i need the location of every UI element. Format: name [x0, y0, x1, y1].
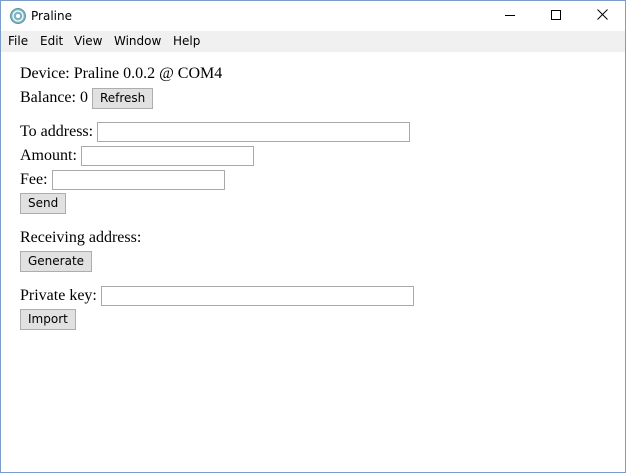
minimize-button[interactable] [487, 1, 533, 31]
menu-edit[interactable]: Edit [40, 34, 63, 49]
menu-help[interactable]: Help [173, 34, 200, 49]
menu-file[interactable]: File [8, 34, 28, 49]
close-icon [596, 7, 608, 25]
device-info: Device: Praline 0.0.2 @ COM4 [20, 65, 223, 82]
maximize-button[interactable] [533, 1, 579, 31]
receiving-address-label: Receiving address: [20, 229, 142, 246]
private-key-input[interactable] [100, 286, 414, 306]
fee-label: Fee: [20, 171, 48, 188]
generate-row: Generate [20, 251, 93, 272]
private-key-row: Private key: [20, 285, 414, 307]
to-address-input[interactable] [97, 122, 411, 142]
amount-row: Amount: [20, 145, 254, 167]
menu-view[interactable]: View [74, 34, 102, 49]
fee-row: Fee: [20, 169, 225, 191]
maximize-icon [551, 7, 561, 25]
minimize-icon [505, 7, 515, 25]
receiving-row: Receiving address: [20, 227, 141, 249]
fee-input[interactable] [51, 170, 225, 190]
amount-label: Amount: [20, 147, 77, 164]
device-row: Device: Praline 0.0.2 @ COM4 [20, 63, 222, 85]
close-button[interactable] [579, 1, 625, 31]
amount-input[interactable] [80, 146, 254, 166]
menu-bar: File Edit View Window Help [1, 31, 625, 52]
balance-label: Balance: 0 [20, 89, 88, 106]
send-button[interactable]: Send [20, 193, 67, 214]
send-row: Send [20, 193, 67, 214]
window-title: Praline [31, 9, 72, 23]
to-address-label: To address: [20, 123, 94, 140]
refresh-button[interactable]: Refresh [91, 87, 154, 109]
to-address-row: To address: [20, 121, 411, 143]
menu-window[interactable]: Window [114, 34, 161, 49]
import-button[interactable]: Import [20, 309, 76, 330]
balance-row: Balance: 0 Refresh [20, 87, 154, 109]
praline-app-icon [10, 8, 26, 24]
title-bar[interactable]: Praline [1, 1, 625, 31]
import-row: Import [20, 309, 76, 330]
generate-button[interactable]: Generate [20, 251, 93, 272]
private-key-label: Private key: [20, 287, 97, 304]
app-window: Praline File Edit View Window Help Devic… [0, 0, 626, 473]
